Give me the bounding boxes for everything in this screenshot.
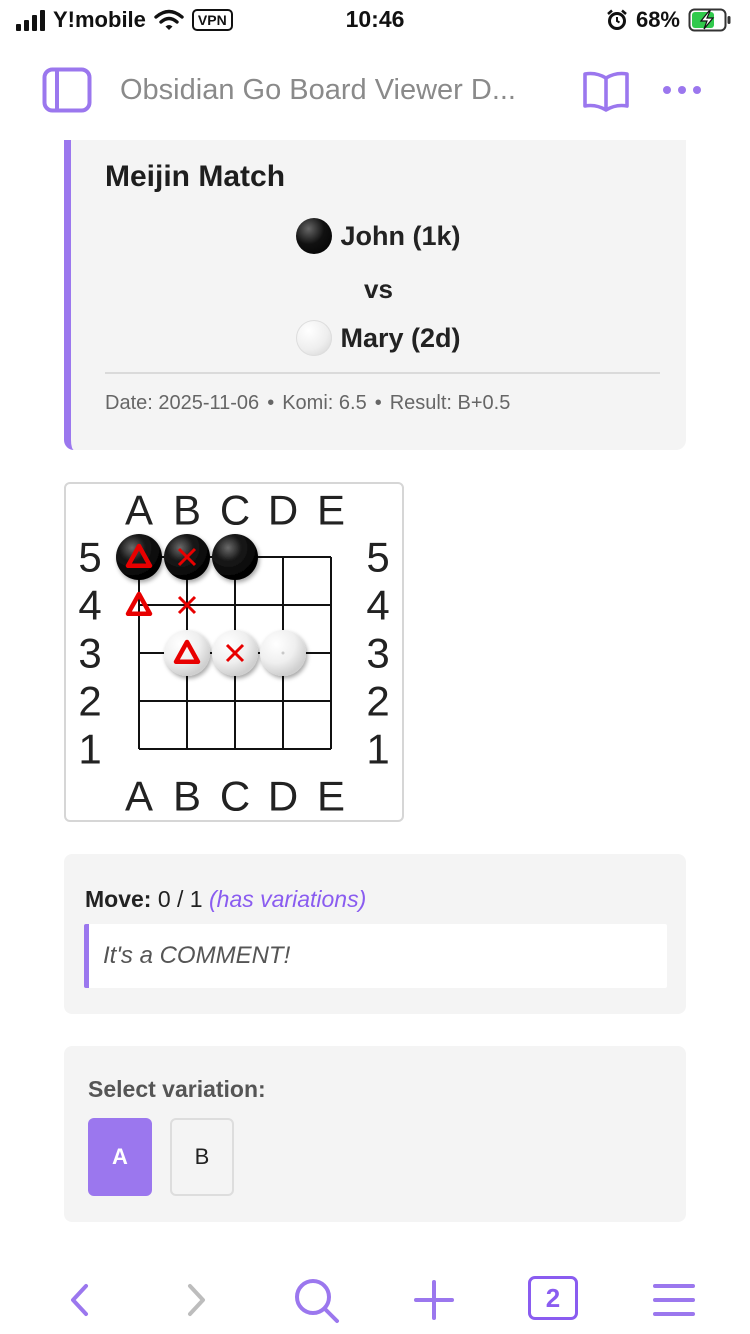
column-label: C <box>220 487 250 534</box>
meta-separator: • <box>267 392 275 414</box>
status-right: 68% <box>606 7 732 33</box>
forward-button[interactable] <box>172 1276 220 1324</box>
variation-label: Select variation: <box>88 1076 266 1102</box>
black-player-name: John (1k) <box>340 220 461 251</box>
game-meta: Date: 2025-11-06 • Komi: 6.5 • Result: B… <box>105 392 510 415</box>
variation-b-button[interactable]: B <box>170 1118 234 1196</box>
status-left: Y!mobile VPN <box>16 7 233 33</box>
variation-panel: Select variation: A B <box>64 1046 686 1222</box>
black-stone-icon <box>296 218 333 254</box>
move-label: Move: <box>85 886 152 912</box>
go-board-canvas[interactable]: AABBCCDDEE5 54 43 32 21 1 <box>66 484 402 820</box>
signal-icon <box>16 9 45 31</box>
row-label: 2 <box>366 678 389 725</box>
back-button[interactable] <box>56 1276 104 1324</box>
row-label: 3 <box>366 630 389 677</box>
search-button[interactable] <box>292 1276 340 1324</box>
game-info-card: Meijin Match John (1k) vs Mary (2d) Date… <box>64 140 686 450</box>
column-label: B <box>173 487 201 534</box>
dot-marker <box>281 651 285 655</box>
go-board[interactable]: AABBCCDDEE5544332211 <box>64 482 404 822</box>
vpn-badge: VPN <box>191 9 233 31</box>
black-player: John (1k) <box>71 218 686 254</box>
hamburger-menu-icon <box>653 1284 695 1316</box>
row-label: 5 <box>78 534 101 581</box>
column-label: B <box>173 773 201 820</box>
row-label: 4 <box>366 582 389 629</box>
column-label: D <box>268 773 298 820</box>
row-label: 1 <box>78 726 101 773</box>
new-note-button[interactable] <box>410 1276 458 1324</box>
app-header: Obsidian Go Board Viewer D... <box>0 52 750 132</box>
row-label: 2 <box>78 678 101 725</box>
vs-label: vs <box>364 274 393 304</box>
white-player: Mary (2d) <box>71 320 686 356</box>
carrier-name: Y!mobile <box>53 7 146 32</box>
search-icon <box>295 1279 339 1323</box>
plus-icon <box>414 1280 454 1320</box>
note-title: Obsidian Go Board Viewer D... <box>120 74 516 106</box>
black-stone <box>212 534 258 580</box>
wifi-icon <box>154 9 184 30</box>
bottom-toolbar: 2 <box>0 1262 750 1334</box>
move-comment: It's a COMMENT! <box>103 942 291 969</box>
battery-charging-icon <box>688 8 731 32</box>
menu-button[interactable] <box>650 1276 698 1324</box>
battery-percent: 68% <box>635 7 680 32</box>
move-value: 0 / 1 <box>157 886 203 912</box>
column-label: C <box>220 773 250 820</box>
sidebar-toggle-icon[interactable] <box>42 67 92 113</box>
more-options-icon[interactable] <box>660 80 704 100</box>
game-result: Result: B+0.5 <box>389 392 511 414</box>
info-divider <box>105 372 660 374</box>
game-komi: Komi: 6.5 <box>282 392 367 414</box>
variations-note: (has variations) <box>209 886 367 912</box>
column-label: E <box>317 773 345 820</box>
reading-mode-icon[interactable] <box>582 70 630 112</box>
black-stone <box>116 534 162 580</box>
white-player-name: Mary (2d) <box>340 322 461 353</box>
move-counter: Move: 0 / 1 (has variations) <box>85 886 366 913</box>
variation-a-button[interactable]: A <box>88 1118 152 1196</box>
match-title: Meijin Match <box>105 160 286 193</box>
move-panel: Move: 0 / 1 (has variations) It's a COMM… <box>64 854 686 1014</box>
column-label: A <box>125 773 153 820</box>
row-label: 5 <box>366 534 389 581</box>
row-label: 4 <box>78 582 101 629</box>
row-label: 3 <box>78 630 101 677</box>
chevron-left-icon <box>71 1284 88 1316</box>
tabs-button[interactable]: 2 <box>528 1276 578 1320</box>
move-comment-box: It's a COMMENT! <box>84 924 667 988</box>
column-label: E <box>317 487 345 534</box>
status-bar: Y!mobile VPN 10:46 68% <box>0 0 750 40</box>
chevron-right-icon <box>188 1284 205 1316</box>
row-label: 1 <box>366 726 389 773</box>
column-label: D <box>268 487 298 534</box>
game-date: Date: 2025-11-06 <box>105 392 260 414</box>
white-stone-icon <box>296 320 333 356</box>
white-stone <box>164 630 210 676</box>
column-label: A <box>125 487 153 534</box>
alarm-icon <box>607 9 627 30</box>
meta-separator: • <box>374 392 382 414</box>
